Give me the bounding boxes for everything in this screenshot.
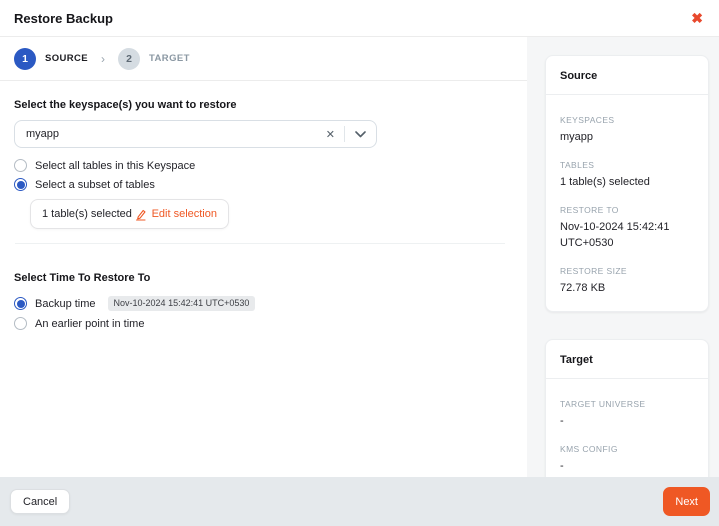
target-field-universe: TARGET UNIVERSE - [560, 399, 694, 430]
main-column: 1 SOURCE › 2 TARGET Select the keyspace(… [0, 37, 527, 477]
keyspace-field-label: Select the keyspace(s) you want to resto… [14, 99, 513, 111]
page-title: Restore Backup [14, 11, 113, 26]
source-summary-card: Source KEYSPACES myapp TABLES 1 table(s)… [545, 55, 709, 312]
radio-backup-time[interactable]: Backup time Nov-10-2024 15:42:41 UTC+053… [14, 296, 513, 311]
radio-backup-time-label: Backup time [35, 298, 96, 310]
target-field-kms: KMS CONFIG - [560, 444, 694, 475]
step-1-label: SOURCE [45, 53, 88, 64]
source-field-tables: TABLES 1 table(s) selected [560, 160, 694, 191]
source-field-keyspaces: KEYSPACES myapp [560, 115, 694, 146]
radio-all-tables[interactable]: Select all tables in this Keyspace [14, 159, 513, 172]
summary-sidebar: Source KEYSPACES myapp TABLES 1 table(s)… [527, 37, 719, 477]
target-summary-card: Target TARGET UNIVERSE - KMS CONFIG - [545, 339, 709, 477]
close-icon[interactable]: ✖ [691, 11, 703, 25]
chevron-down-icon[interactable] [345, 131, 376, 138]
radio-subset-tables-label: Select a subset of tables [35, 179, 155, 191]
modal-body: 1 SOURCE › 2 TARGET Select the keyspace(… [0, 37, 719, 477]
section-divider [15, 243, 505, 244]
radio-earlier-point-control[interactable] [14, 317, 27, 330]
source-card-title: Source [546, 56, 708, 95]
step-2-label: TARGET [149, 53, 190, 64]
stepper: 1 SOURCE › 2 TARGET [0, 37, 527, 81]
edit-selection-label: Edit selection [152, 208, 217, 220]
next-button[interactable]: Next [663, 487, 710, 516]
radio-subset-tables-control[interactable] [14, 178, 27, 191]
clear-icon[interactable]: ✕ [317, 128, 344, 141]
cancel-button[interactable]: Cancel [10, 489, 70, 514]
time-section: Select Time To Restore To Backup time No… [14, 272, 513, 330]
keyspace-select-value: myapp [15, 128, 317, 140]
source-field-restore-size: RESTORE SIZE 72.78 KB [560, 266, 694, 297]
edit-selection-button[interactable]: Edit selection [134, 208, 217, 221]
radio-all-tables-control[interactable] [14, 159, 27, 172]
step-1-circle: 1 [14, 48, 36, 70]
table-selection-summary: 1 table(s) selected Edit selection [30, 199, 229, 229]
backup-time-badge: Nov-10-2024 15:42:41 UTC+0530 [108, 296, 256, 311]
restore-backup-modal: Restore Backup ✖ 1 SOURCE › 2 TARGET Sel… [0, 0, 719, 526]
time-field-label: Select Time To Restore To [14, 272, 513, 284]
keyspace-select[interactable]: myapp ✕ [14, 120, 377, 148]
source-field-restore-to: RESTORE TO Nov-10-2024 15:42:41 UTC+0530 [560, 205, 694, 252]
target-card-fields: TARGET UNIVERSE - KMS CONFIG - [546, 379, 708, 477]
radio-all-tables-label: Select all tables in this Keyspace [35, 160, 195, 172]
pencil-icon [134, 208, 147, 221]
modal-header: Restore Backup ✖ [0, 0, 719, 37]
chevron-right-icon: › [101, 52, 105, 66]
form-area: Select the keyspace(s) you want to resto… [0, 81, 527, 330]
step-2-circle: 2 [118, 48, 140, 70]
modal-footer: Cancel Next [0, 477, 719, 526]
radio-backup-time-control[interactable] [14, 297, 27, 310]
selection-count: 1 table(s) selected [42, 208, 132, 220]
target-card-title: Target [546, 340, 708, 379]
radio-earlier-point[interactable]: An earlier point in time [14, 317, 513, 330]
radio-subset-tables[interactable]: Select a subset of tables [14, 178, 513, 191]
source-card-fields: KEYSPACES myapp TABLES 1 table(s) select… [546, 95, 708, 311]
radio-earlier-point-label: An earlier point in time [35, 318, 144, 330]
